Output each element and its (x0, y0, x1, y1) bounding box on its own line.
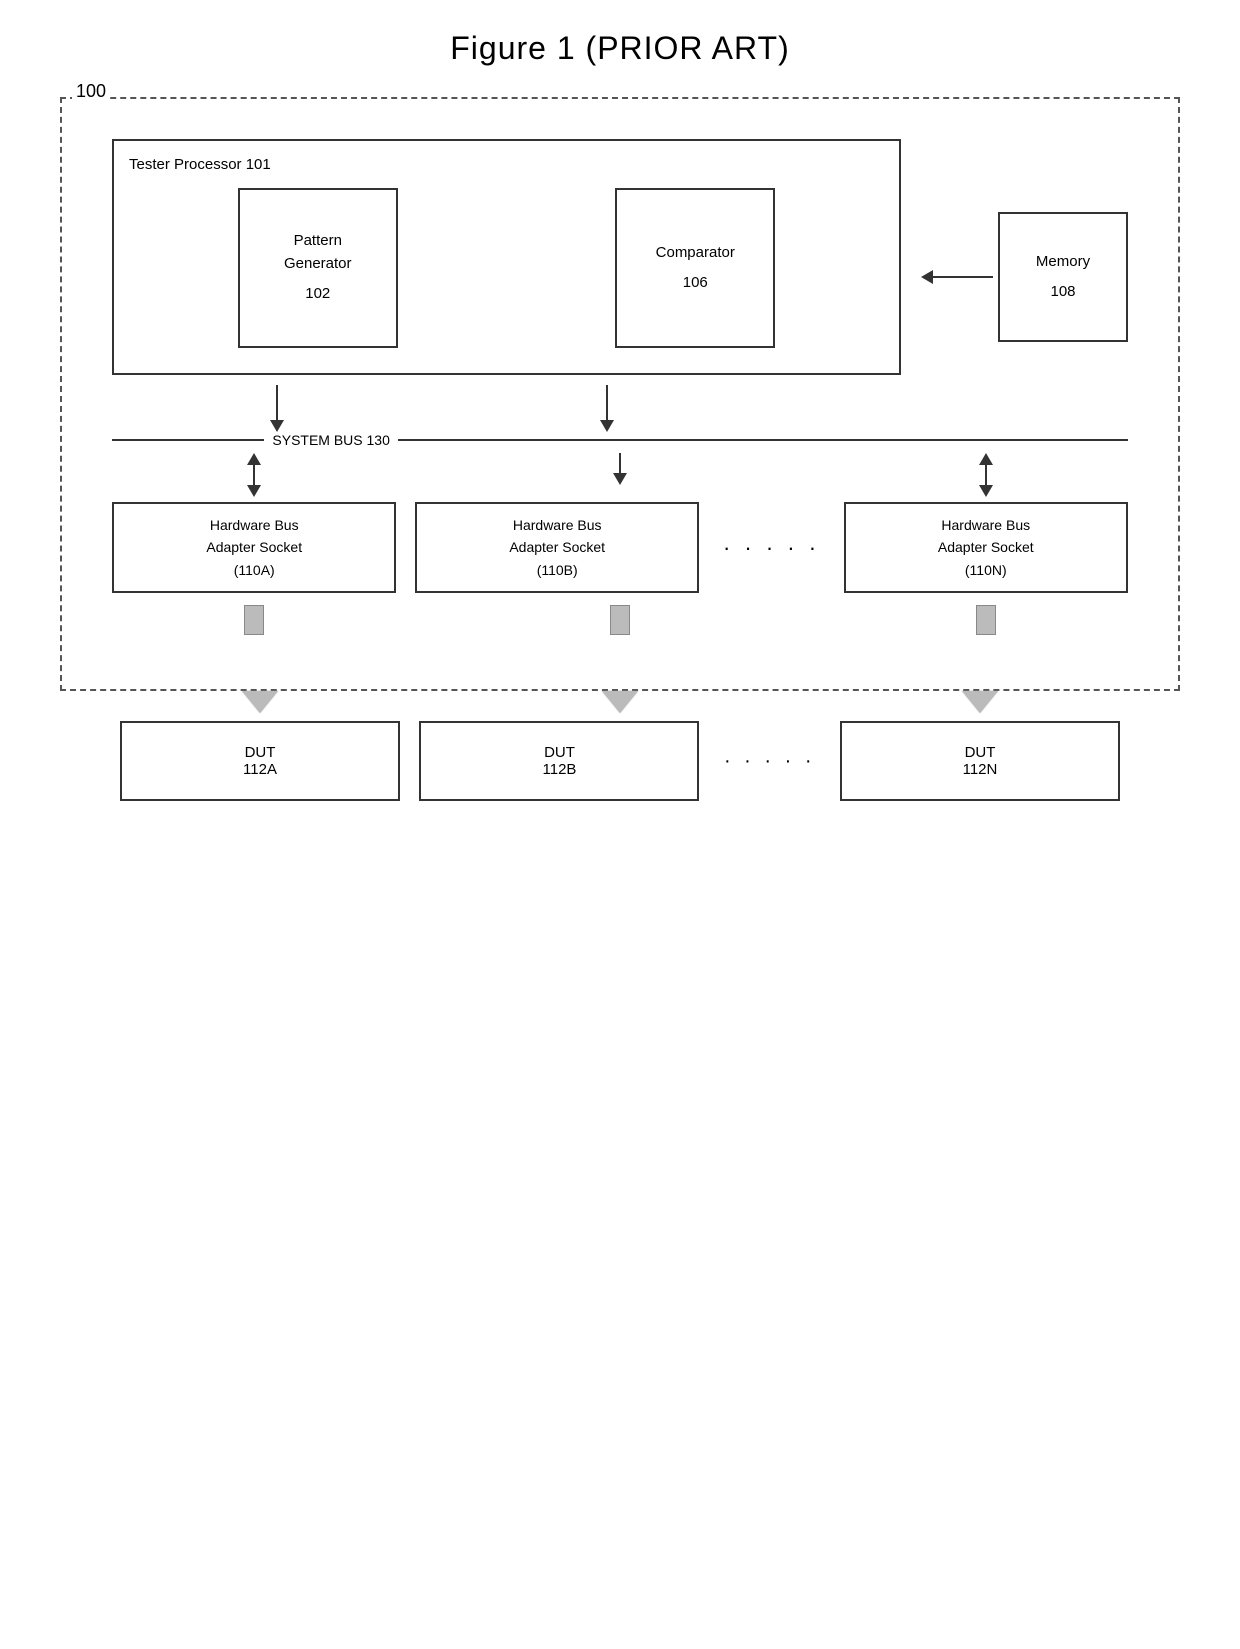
arrow-head-up-right-icon (979, 453, 993, 465)
big-arrowhead-left-icon (242, 691, 278, 713)
dut-unit-112n: DUT 112N (840, 721, 1120, 801)
dut-number-112a: 112A (243, 761, 277, 778)
memory-number: 108 (1050, 281, 1075, 304)
tester-processor-label: Tester Processor 101 (129, 156, 884, 173)
big-arrowhead-center-area (480, 691, 760, 713)
arrow-head-pg-icon (270, 420, 284, 432)
adapter-110a-text: Hardware BusAdapter Socket(110A) (206, 514, 302, 581)
dut-label-112a: DUT (245, 744, 276, 761)
big-arrowhead-center-icon (602, 691, 638, 713)
bus-adapter-arrow-right (844, 453, 1128, 497)
adapter-110n-text: Hardware BusAdapter Socket(110N) (938, 514, 1034, 581)
arrow-vert-line-center (619, 453, 621, 473)
arrow-head-down-center-icon (613, 473, 627, 485)
tester-to-bus-arrows (112, 385, 772, 432)
big-arrow-down-center (610, 605, 630, 635)
arrow-line-pg (276, 385, 278, 420)
bus-line-right (398, 439, 1128, 441)
adapter-unit-110b: Hardware BusAdapter Socket(110B) (415, 502, 699, 593)
system-bus-label: SYSTEM BUS 130 (264, 432, 398, 448)
pattern-generator-number: 102 (305, 283, 330, 306)
tester-mem-row: Tester Processor 101 Pattern Generator 1… (112, 139, 1128, 375)
big-arrow-down-left (244, 605, 264, 635)
arrow-head-down-left-icon (247, 485, 261, 497)
big-arrow-down-right (976, 605, 996, 635)
arrow-down-center (613, 453, 627, 497)
dut-box-112b: DUT 112B (419, 721, 699, 801)
dut-number-112n: 112N (963, 761, 998, 778)
double-arrow-right (979, 453, 993, 497)
pattern-generator-box: Pattern Generator 102 (238, 188, 398, 348)
adapter-unit-110n: Hardware BusAdapter Socket(110N) (844, 502, 1128, 593)
double-arrow-left (247, 453, 261, 497)
bus-adapter-arrow-left (112, 453, 396, 497)
memory-line1: Memory (1036, 251, 1090, 274)
comparator-label: Comparator (656, 242, 735, 265)
pg-to-bus-arrow (270, 385, 284, 432)
dut-box-112a: DUT 112A (120, 721, 400, 801)
big-arrow-shaft-right (976, 605, 996, 635)
tester-processor-box: Tester Processor 101 Pattern Generator 1… (112, 139, 901, 375)
system-bus-row: SYSTEM BUS 130 (112, 432, 1128, 448)
dut-row: DUT 112A DUT 112B · · · · · DUT 112N (120, 721, 1120, 801)
adapter-box-110n: Hardware BusAdapter Socket(110N) (844, 502, 1128, 593)
big-arrowhead-right-icon (962, 691, 998, 713)
adapter-ellipsis: · · · · · (723, 535, 820, 561)
arrow-head-left-icon (921, 270, 933, 284)
page-title: Figure 1 (PRIOR ART) (450, 30, 789, 67)
big-arrowhead-right-area (840, 691, 1120, 713)
big-arrowheads-row (120, 691, 1120, 713)
comparator-box: Comparator 106 (615, 188, 775, 348)
dut-label-112n: DUT (965, 744, 996, 761)
big-arrow-area-center (478, 601, 762, 639)
adapter-box-110a: Hardware BusAdapter Socket(110A) (112, 502, 396, 593)
dut-box-112n: DUT 112N (840, 721, 1120, 801)
big-arrowhead-left-area (120, 691, 400, 713)
dut-ellipsis: · · · · · (724, 750, 816, 773)
arrow-line-comp (606, 385, 608, 420)
comparator-number: 106 (683, 272, 708, 295)
arrow-head-comp-icon (600, 420, 614, 432)
adapter-to-dut-arrows-top (112, 601, 1128, 639)
adapters-row: Hardware BusAdapter Socket(110A) Hardwar… (112, 502, 1128, 593)
pattern-generator-line2: Generator (284, 253, 352, 276)
outer-dashed-box: 100 Tester Processor 101 Pattern Generat… (60, 97, 1180, 691)
inner-boxes-row: Pattern Generator 102 Comparator 106 (129, 188, 884, 348)
big-arrow-shaft-center (610, 605, 630, 635)
pattern-generator-line1: Pattern (294, 230, 342, 253)
arrow-head-down-right-icon (979, 485, 993, 497)
system-bus-section: SYSTEM BUS 130 (112, 432, 1128, 448)
adapter-110b-text: Hardware BusAdapter Socket(110B) (509, 514, 605, 581)
system-label: 100 (72, 81, 110, 102)
comp-to-bus-arrow (600, 385, 614, 432)
bus-adapter-arrow-center (478, 453, 762, 497)
adapter-box-110b: Hardware BusAdapter Socket(110B) (415, 502, 699, 593)
dut-unit-112a: DUT 112A (120, 721, 400, 801)
arrow-line-horiz (933, 276, 993, 278)
dut-label-112b: DUT (544, 744, 575, 761)
arrow-vert-line-right (985, 465, 987, 485)
arrow-head-up-left-icon (247, 453, 261, 465)
big-arrow-shaft-left (244, 605, 264, 635)
bus-line-left (112, 439, 264, 441)
bus-to-adapters-arrows (112, 453, 1128, 497)
dut-unit-112b: DUT 112B (419, 721, 699, 801)
big-arrow-area-left (112, 601, 396, 639)
big-arrow-area-right (844, 601, 1128, 639)
memory-to-comparator-arrow (921, 270, 993, 284)
memory-box: Memory 108 (998, 212, 1128, 342)
arrow-vert-line-left (253, 465, 255, 485)
dut-number-112b: 112B (543, 761, 577, 778)
adapter-unit-110a: Hardware BusAdapter Socket(110A) (112, 502, 396, 593)
